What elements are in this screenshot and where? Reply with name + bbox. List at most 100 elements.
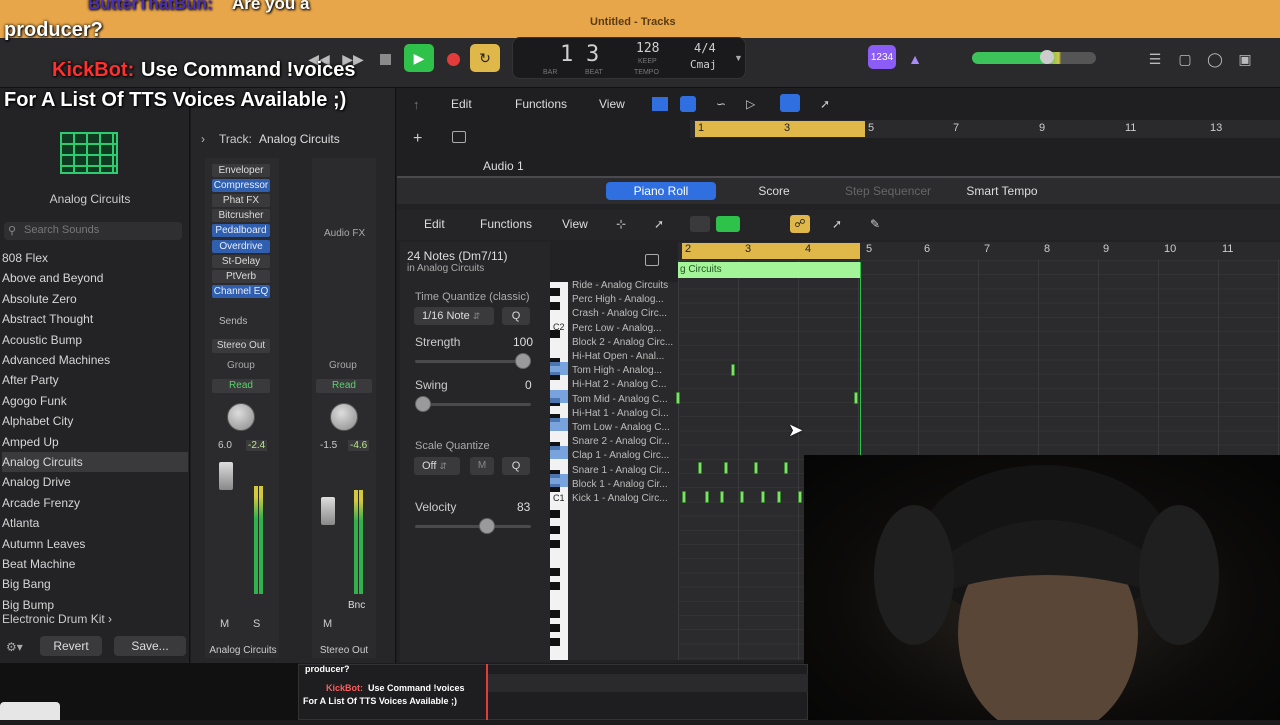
midi-note[interactable] xyxy=(705,491,709,503)
audio-fx-label[interactable]: Audio FX xyxy=(324,228,365,239)
lcd-dropdown-icon[interactable]: ▼ xyxy=(734,53,743,63)
midi-note[interactable] xyxy=(676,392,680,404)
plugin-slot[interactable]: PtVerb xyxy=(212,269,270,283)
library-item[interactable]: Arcade Frenzy xyxy=(2,493,188,513)
mute-button-1[interactable]: M xyxy=(220,618,229,630)
mute-button-2[interactable]: M xyxy=(323,618,332,630)
duplicate-track-icon[interactable] xyxy=(452,131,466,143)
library-item[interactable]: Advanced Machines xyxy=(2,350,188,370)
piano-roll-cycle[interactable] xyxy=(682,243,860,259)
midi-note[interactable] xyxy=(754,462,758,474)
drum-name[interactable]: Tom High - Analog... xyxy=(572,365,676,376)
library-item[interactable]: Above and Beyond xyxy=(2,268,188,288)
swing-slider-thumb[interactable] xyxy=(415,396,431,412)
fader-2[interactable] xyxy=(321,497,335,525)
midi-note[interactable] xyxy=(698,462,702,474)
drum-name[interactable]: Tom Low - Analog C... xyxy=(572,422,676,433)
library-item[interactable]: Atlanta xyxy=(2,513,188,533)
add-track-button[interactable]: + xyxy=(413,130,422,148)
catch-icon[interactable] xyxy=(780,94,800,112)
library-item[interactable]: Analog Circuits xyxy=(2,452,188,472)
pan-knob-1[interactable] xyxy=(227,403,255,431)
plugin-slot[interactable]: Pedalboard xyxy=(212,224,270,238)
tab-step-sequencer[interactable]: Step Sequencer xyxy=(836,182,940,200)
automation-icon[interactable]: ▷ xyxy=(746,97,755,111)
midi-note[interactable] xyxy=(761,491,765,503)
stop-button[interactable] xyxy=(372,46,398,72)
save-button[interactable]: Save... xyxy=(114,636,186,656)
lcd-key[interactable]: Cmaj xyxy=(690,58,717,71)
midi-note[interactable] xyxy=(724,462,728,474)
library-item[interactable]: Beat Machine xyxy=(2,554,188,574)
master-volume-slider[interactable] xyxy=(972,52,1096,64)
tracks-menu-view[interactable]: View xyxy=(599,97,625,111)
catch-mode-icon[interactable] xyxy=(645,254,659,266)
midi-note[interactable] xyxy=(682,491,686,503)
tracks-menu-edit[interactable]: Edit xyxy=(451,97,472,111)
count-in-button[interactable]: 1234 xyxy=(868,45,896,69)
plugin-slot[interactable]: Phat FX xyxy=(212,194,270,208)
group-slot-2[interactable]: Group xyxy=(329,360,357,371)
library-item[interactable]: Alphabet City xyxy=(2,411,188,431)
library-item[interactable]: After Party xyxy=(2,370,188,390)
flex-tool-icon[interactable]: ∽ xyxy=(716,97,726,111)
cycle-button[interactable]: ↻ xyxy=(470,44,500,72)
drum-name[interactable]: Snare 2 - Analog Cir... xyxy=(572,436,676,447)
midi-note[interactable] xyxy=(731,364,735,376)
revert-button[interactable]: Revert xyxy=(40,636,102,656)
lcd-tempo[interactable]: 128 xyxy=(636,41,659,56)
lcd-time-signature[interactable]: 4/4 xyxy=(694,41,716,55)
black-key[interactable] xyxy=(550,582,560,590)
black-key[interactable] xyxy=(550,302,560,310)
piano-roll-menu-edit[interactable]: Edit xyxy=(424,217,445,231)
drum-name[interactable]: Hi-Hat Open - Anal... xyxy=(572,351,676,362)
library-item[interactable]: Agogo Funk xyxy=(2,391,188,411)
library-item[interactable]: Absolute Zero xyxy=(2,289,188,309)
library-item[interactable]: Amped Up xyxy=(2,432,188,452)
tracks-menu-functions[interactable]: Functions xyxy=(515,97,567,111)
drum-name[interactable]: Snare 1 - Analog Cir... xyxy=(572,465,676,476)
collapse-icon[interactable] xyxy=(716,216,740,232)
strength-slider-thumb[interactable] xyxy=(515,353,531,369)
scale-quantize-button[interactable]: Q xyxy=(502,457,530,475)
back-arrow-icon[interactable]: ↑ xyxy=(413,97,420,112)
velocity-slider[interactable] xyxy=(415,525,531,528)
library-item[interactable]: 808 Flex xyxy=(2,248,188,268)
midi-note[interactable] xyxy=(720,491,724,503)
time-quantize-select[interactable]: 1/16 Note ⇵ xyxy=(414,307,494,325)
library-item[interactable]: Big Bang xyxy=(2,574,188,594)
plugin-slot[interactable]: Enveloper xyxy=(212,164,270,177)
midi-note[interactable] xyxy=(777,491,781,503)
pointer-tool-icon[interactable]: ➚ xyxy=(832,217,842,231)
group-slot-1[interactable]: Group xyxy=(227,360,255,371)
plugin-slot[interactable]: Channel EQ xyxy=(212,284,270,298)
black-key[interactable] xyxy=(550,568,560,576)
velocity-slider-thumb[interactable] xyxy=(479,518,495,534)
pencil-tool-icon[interactable]: ✎ xyxy=(870,217,880,231)
pan-knob-2[interactable] xyxy=(330,403,358,431)
library-item[interactable]: Acoustic Bump xyxy=(2,330,188,350)
black-key[interactable] xyxy=(550,288,560,296)
output-slot-1[interactable]: Stereo Out xyxy=(212,339,270,353)
master-volume-thumb[interactable] xyxy=(1040,50,1054,64)
midi-in-icon[interactable]: ⊹ xyxy=(616,217,626,231)
automation-read-2[interactable]: Read xyxy=(316,379,372,393)
cycle-region[interactable] xyxy=(695,121,865,137)
plugin-slot[interactable]: Overdrive xyxy=(212,239,270,253)
drum-name[interactable]: Perc High - Analog... xyxy=(572,294,676,305)
loop-browser-icon[interactable]: ◯ xyxy=(1202,46,1228,72)
swing-slider[interactable] xyxy=(415,403,531,406)
library-item[interactable]: Abstract Thought xyxy=(2,309,188,329)
automation-read-1[interactable]: Read xyxy=(212,379,270,393)
drum-name[interactable]: Clap 1 - Analog Circ... xyxy=(572,450,676,461)
link-icon[interactable]: ☍ xyxy=(790,215,810,233)
plugin-slot[interactable]: St-Delay xyxy=(212,254,270,268)
black-key[interactable] xyxy=(550,638,560,646)
strength-slider[interactable] xyxy=(415,360,531,363)
play-button[interactable]: ▶ xyxy=(404,44,434,72)
notepad-icon[interactable]: ▢ xyxy=(1172,46,1198,72)
fader-1[interactable] xyxy=(219,462,233,490)
midi-note[interactable] xyxy=(740,491,744,503)
record-button[interactable] xyxy=(440,46,466,72)
tab-smart-tempo[interactable]: Smart Tempo xyxy=(956,182,1048,200)
